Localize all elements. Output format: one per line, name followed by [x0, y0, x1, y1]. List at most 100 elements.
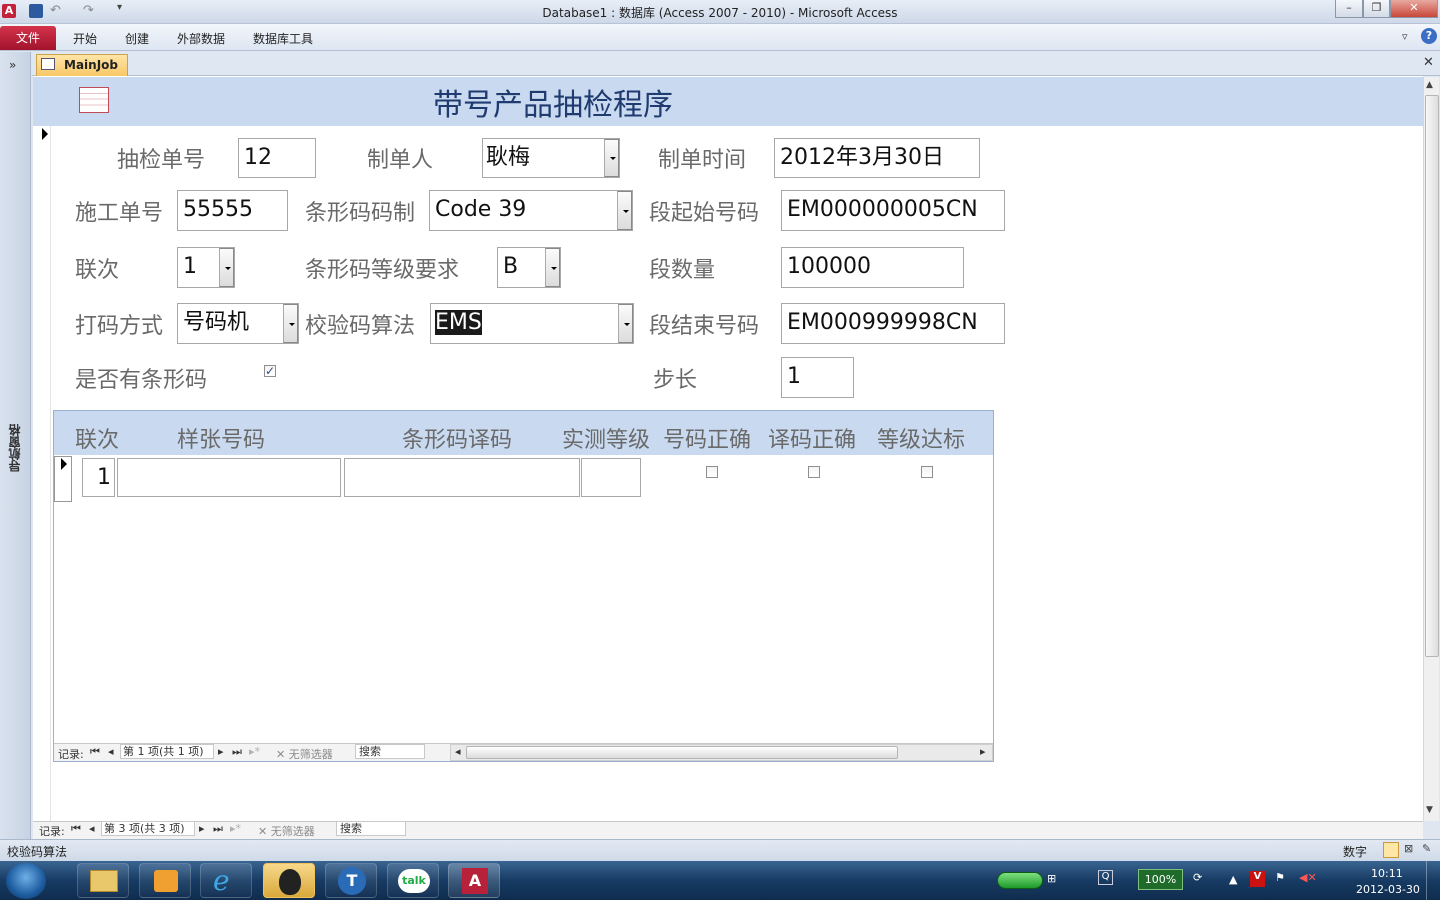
subform-next-record-icon[interactable]: ▸: [218, 745, 224, 758]
form-title: 带号产品抽检程序: [433, 88, 673, 123]
redo-icon[interactable]: ↷: [83, 3, 94, 18]
subform-new-record-icon[interactable]: ▸*: [249, 745, 260, 758]
media-player-taskbar-icon[interactable]: [139, 863, 191, 898]
save-icon[interactable]: [29, 4, 43, 18]
form-record-position[interactable]: 第 3 项(共 3 项): [101, 821, 195, 836]
close-button[interactable]: ✕: [1390, 0, 1438, 18]
current-record-arrow-icon: [42, 128, 48, 140]
minimize-button[interactable]: –: [1335, 0, 1363, 18]
form-new-record-icon[interactable]: ▸*: [230, 822, 241, 835]
subform-last-record-icon[interactable]: ⏭: [232, 745, 242, 759]
help-icon[interactable]: ?: [1421, 28, 1437, 44]
row-num-ok-checkbox[interactable]: [706, 466, 718, 478]
subform-first-record-icon[interactable]: ⏮: [90, 745, 100, 759]
navigation-pane[interactable]: » 导航窗格: [0, 52, 31, 839]
antivirus-icon[interactable]: V: [1250, 871, 1265, 887]
nav-pane-toggle[interactable]: »: [9, 58, 16, 72]
row-grade-cell[interactable]: [581, 458, 641, 497]
design-view-icon[interactable]: ✎: [1422, 842, 1431, 855]
clock-time[interactable]: 10:11: [1371, 867, 1403, 880]
barcode-std-dropdown-button[interactable]: [617, 191, 632, 230]
customize-toolbar-icon[interactable]: ▾: [117, 2, 122, 13]
form-scroll-thumb[interactable]: [1425, 95, 1439, 657]
form-filter-indicator[interactable]: ✕ 无筛选器: [258, 823, 315, 839]
form-icon: [41, 58, 55, 70]
ie-taskbar-icon[interactable]: e: [200, 863, 252, 898]
check-alg-dropdown-button[interactable]: [618, 304, 633, 343]
title-bar: Database1 : 数据库 (Access 2007 - 2010) - M…: [0, 0, 1440, 24]
row-copy-cell[interactable]: 1: [82, 458, 115, 497]
subform-record-position[interactable]: 第 1 项(共 1 项): [120, 744, 214, 759]
show-hidden-icons[interactable]: ▲: [1229, 873, 1237, 886]
inspect-no-field[interactable]: 12: [238, 138, 316, 178]
tray-app-icon[interactable]: Q: [1098, 870, 1113, 885]
check-alg-combo[interactable]: EMS: [430, 303, 634, 344]
copy-no-dropdown-button[interactable]: [219, 248, 234, 287]
subform-scroll-thumb[interactable]: [466, 746, 898, 759]
barcode-std-combo[interactable]: Code 39: [429, 190, 633, 231]
volume-muted-icon[interactable]: ◀✕: [1299, 871, 1317, 884]
clock-date[interactable]: 2012-03-30: [1356, 883, 1420, 896]
row-dec-ok-checkbox[interactable]: [808, 466, 820, 478]
step-field[interactable]: 1: [781, 357, 854, 398]
seg-start-field[interactable]: EM000000005CN: [781, 190, 1005, 231]
create-time-field[interactable]: 2012年3月30日: [774, 138, 980, 178]
tab-external-data[interactable]: 外部数据: [177, 30, 225, 47]
grade-req-dropdown-button[interactable]: [545, 248, 560, 287]
form-first-record-icon[interactable]: ⏮: [71, 822, 81, 836]
battery-percent[interactable]: 100%: [1138, 869, 1183, 890]
form-view-icon[interactable]: [1383, 842, 1399, 858]
subform-record-label: 记录:: [58, 748, 84, 761]
maximize-button[interactable]: ❐: [1363, 0, 1390, 18]
work-no-field[interactable]: 55555: [177, 190, 288, 231]
form-next-record-icon[interactable]: ▸: [199, 822, 205, 835]
row-sample-cell[interactable]: [117, 458, 341, 497]
tab-create[interactable]: 创建: [125, 30, 149, 47]
access-app-icon[interactable]: A: [2, 4, 16, 18]
window-title: Database1 : 数据库 (Access 2007 - 2010) - M…: [542, 6, 898, 20]
tab-home[interactable]: 开始: [73, 30, 97, 47]
talk-taskbar-icon[interactable]: talk: [387, 863, 439, 898]
qq-taskbar-icon[interactable]: [263, 863, 315, 898]
subform-scroll-left-icon[interactable]: ◂: [455, 745, 461, 758]
record-selector[interactable]: [33, 126, 51, 821]
file-tab[interactable]: 文件: [0, 26, 56, 50]
show-desktop-button[interactable]: [1426, 861, 1440, 900]
form-nav-bar: [33, 821, 1423, 839]
start-button-icon[interactable]: [6, 863, 46, 899]
subform-search-box[interactable]: 搜索: [355, 744, 425, 759]
print-mode-dropdown-button[interactable]: [283, 304, 298, 343]
scroll-down-icon[interactable]: ▼: [1426, 805, 1433, 815]
has-barcode-checkbox[interactable]: ✓: [264, 365, 276, 377]
t-app-taskbar-icon[interactable]: T: [325, 863, 377, 898]
subform-prev-record-icon[interactable]: ◂: [108, 745, 114, 758]
col-decode-header: 条形码译码: [402, 428, 513, 453]
check-alg-value: EMS: [435, 310, 482, 335]
form-last-record-icon[interactable]: ⏭: [213, 822, 223, 836]
battery-widget[interactable]: [997, 872, 1043, 889]
creator-combo[interactable]: 耿梅: [482, 138, 620, 178]
seg-count-field[interactable]: 100000: [781, 247, 964, 288]
subform-scroll-right-icon[interactable]: ▸: [980, 745, 986, 758]
row-decode-cell[interactable]: [344, 458, 580, 497]
form-search-box[interactable]: 搜索: [336, 821, 406, 836]
access-taskbar-icon[interactable]: A: [448, 863, 500, 898]
sync-icon[interactable]: ⟳: [1193, 871, 1202, 884]
print-mode-combo[interactable]: 号码机: [177, 303, 299, 344]
seg-end-field[interactable]: EM000999998CN: [781, 303, 1005, 344]
tab-database-tools[interactable]: 数据库工具: [253, 30, 313, 47]
row-grade-ok-checkbox[interactable]: [921, 466, 933, 478]
layout-view-icon[interactable]: ⊠: [1404, 842, 1413, 855]
undo-icon[interactable]: ↶: [50, 3, 61, 18]
scroll-up-icon[interactable]: ▲: [1426, 80, 1433, 90]
subform-filter-indicator[interactable]: ✕ 无筛选器: [276, 746, 333, 762]
explorer-taskbar-icon[interactable]: [77, 863, 129, 898]
close-document-icon[interactable]: ✕: [1423, 55, 1434, 70]
action-center-flag-icon[interactable]: ⚑: [1275, 871, 1285, 884]
form-prev-record-icon[interactable]: ◂: [89, 822, 95, 835]
has-barcode-label: 是否有条形码: [75, 368, 208, 393]
work-no-label: 施工单号: [75, 201, 164, 226]
network-widget-icon[interactable]: ⊞: [1047, 872, 1056, 885]
creator-dropdown-button[interactable]: [604, 139, 619, 177]
ribbon-collapse-icon[interactable]: ▿: [1402, 30, 1408, 43]
